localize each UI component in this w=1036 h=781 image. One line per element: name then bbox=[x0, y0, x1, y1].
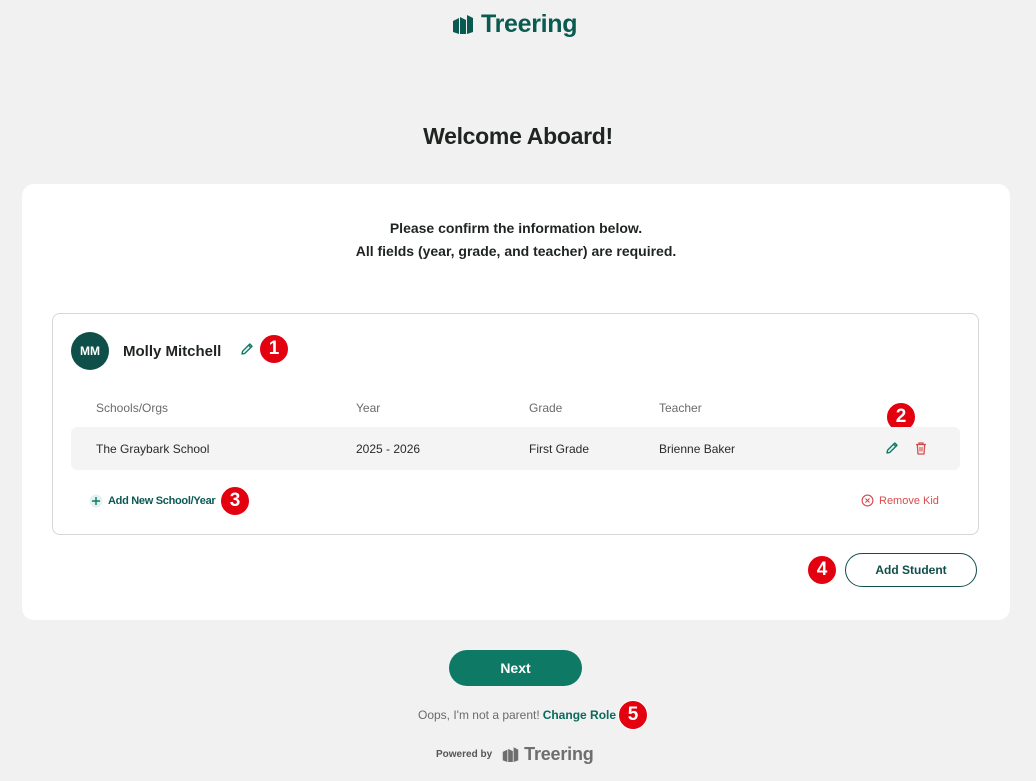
next-button[interactable]: Next bbox=[449, 650, 582, 686]
cell-year: 2025 - 2026 bbox=[356, 442, 421, 456]
powered-by-label: Powered by bbox=[436, 749, 493, 760]
column-header-schools: Schools/Orgs bbox=[96, 401, 169, 415]
treering-logo-icon bbox=[453, 14, 473, 34]
page-title: Welcome Aboard! bbox=[423, 123, 613, 149]
column-header-grade: Grade bbox=[529, 401, 563, 415]
powered-by-logo: Treering bbox=[502, 744, 594, 765]
column-header-teacher: Teacher bbox=[659, 401, 702, 415]
confirmation-card: Please confirm the information below. Al… bbox=[22, 184, 1010, 620]
cell-school: The Graybark School bbox=[96, 442, 210, 456]
logo-text: Treering bbox=[481, 10, 578, 38]
instructions-line-2: All fields (year, grade, and teacher) ar… bbox=[355, 243, 677, 259]
annotation-badge-3: 3 bbox=[220, 486, 250, 516]
remove-kid-label: Remove Kid bbox=[879, 494, 939, 507]
cell-grade: First Grade bbox=[529, 442, 590, 456]
column-header-year: Year bbox=[356, 401, 381, 415]
treering-logo: Treering bbox=[452, 10, 578, 39]
powered-by-logo-text: Treering bbox=[524, 744, 594, 764]
powered-by: Powered by Treering bbox=[436, 744, 594, 765]
oops-text: Oops, I'm not a parent! bbox=[418, 708, 540, 722]
annotation-badge-1: 1 bbox=[259, 334, 289, 364]
avatar: MM bbox=[71, 332, 109, 370]
add-new-school-year-button[interactable]: Add New School/Year bbox=[89, 494, 216, 508]
trash-icon[interactable] bbox=[913, 440, 929, 456]
instructions-line-1: Please confirm the information below. bbox=[389, 220, 643, 236]
circle-x-icon bbox=[861, 494, 874, 507]
add-new-school-year-label: Add New School/Year bbox=[108, 495, 216, 507]
change-role-prompt: Oops, I'm not a parent! Change Role bbox=[418, 708, 616, 722]
add-student-button[interactable]: Add Student bbox=[845, 553, 977, 587]
treering-logo-icon bbox=[502, 746, 519, 762]
table-row: The Graybark School 2025 - 2026 First Gr… bbox=[71, 427, 960, 470]
plus-icon bbox=[89, 494, 103, 508]
kid-panel: MM Molly Mitchell 1 Schools/Orgs Year Gr… bbox=[52, 313, 979, 535]
change-role-link[interactable]: Change Role bbox=[543, 708, 616, 722]
instructions: Please confirm the information below. Al… bbox=[22, 217, 1010, 263]
pencil-icon[interactable] bbox=[884, 440, 900, 456]
pencil-icon[interactable] bbox=[239, 341, 255, 357]
annotation-badge-5: 5 bbox=[618, 700, 648, 730]
remove-kid-button[interactable]: Remove Kid bbox=[861, 494, 939, 507]
kid-name: Molly Mitchell bbox=[123, 343, 222, 360]
annotation-badge-4: 4 bbox=[807, 555, 837, 585]
cell-teacher: Brienne Baker bbox=[659, 442, 736, 456]
